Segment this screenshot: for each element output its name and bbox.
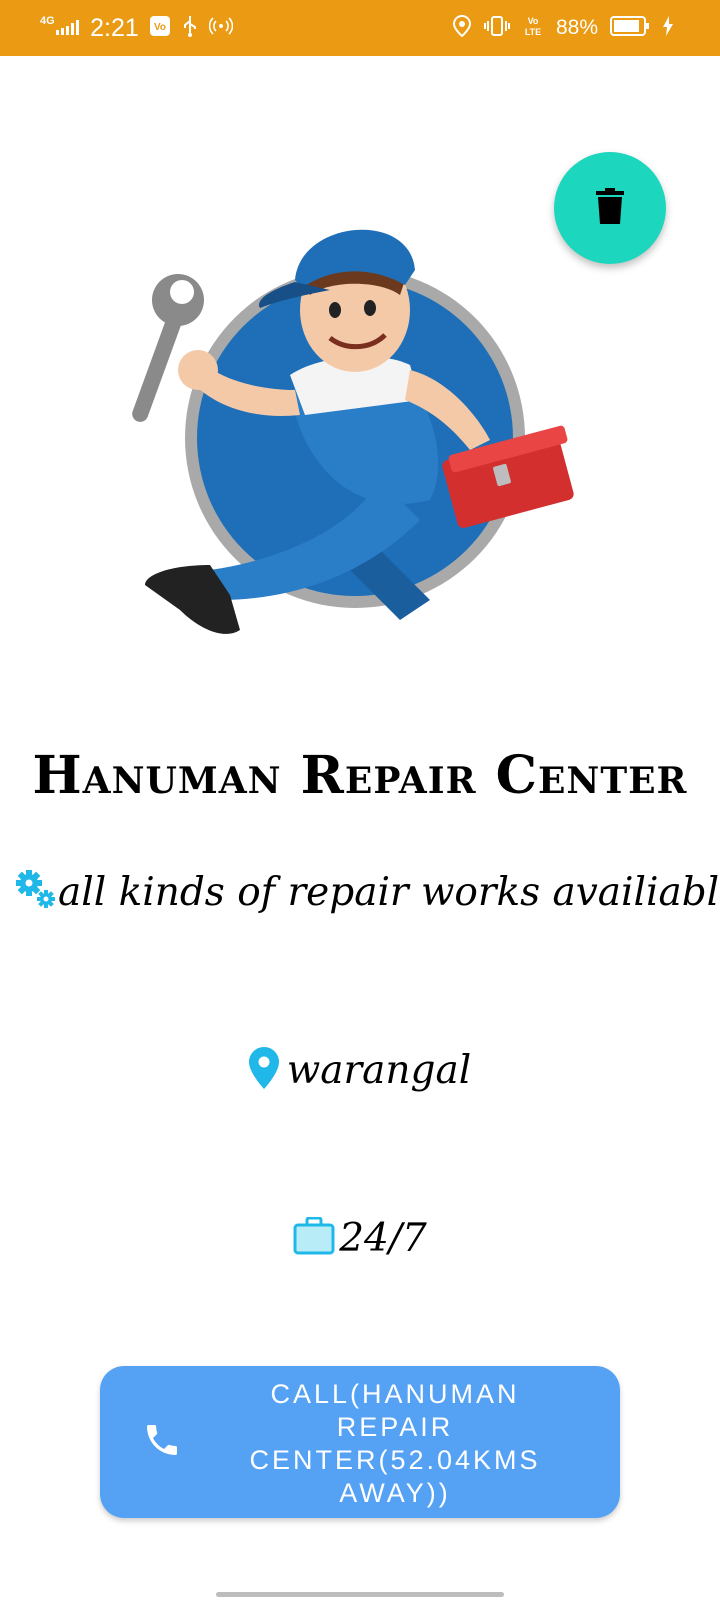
description-row: all kinds of repair works availiable (14, 862, 720, 922)
gears-icon (14, 868, 58, 916)
battery-percentage: 88% (555, 16, 598, 39)
location-icon (452, 14, 472, 42)
shop-description: all kinds of repair works availiable (58, 869, 720, 915)
shop-hours: 24/7 (339, 1215, 427, 1261)
home-indicator[interactable] (216, 1592, 504, 1597)
delete-fab-button[interactable] (554, 152, 666, 264)
call-button-label: CALL(HANUMAN REPAIR CENTER(52.04KMS AWAY… (249, 1379, 541, 1508)
briefcase-icon (293, 1216, 335, 1259)
hotspot-icon (208, 16, 233, 41)
phone-icon (142, 1420, 182, 1464)
svg-text:LTE: LTE (525, 27, 541, 37)
trash-icon (596, 188, 624, 228)
call-button[interactable]: CALL(HANUMAN REPAIR CENTER(52.04KMS AWAY… (100, 1366, 620, 1518)
battery-icon (610, 15, 650, 42)
charging-icon (662, 15, 674, 41)
usb-icon (181, 15, 199, 42)
shop-name-title: Hanuman Repair Center (32, 745, 688, 806)
status-bar-right: Vo LTE 88% (452, 0, 674, 56)
hours-row: 24/7 (0, 1208, 720, 1268)
status-bar: 4G 2:21 Vo Vo LTE 88% (0, 0, 720, 56)
location-row: warangal (0, 1040, 720, 1100)
svg-text:Vo: Vo (528, 16, 539, 26)
svg-text:Vo: Vo (154, 22, 166, 33)
repairman-mascot-icon (130, 200, 600, 660)
notification-icon: Vo (149, 15, 171, 42)
vibrate-icon (483, 15, 510, 42)
signal-icon: 4G (40, 15, 80, 37)
map-pin-icon (248, 1047, 279, 1093)
network-type-label: 4G (40, 15, 55, 27)
volte-icon: Vo LTE (522, 15, 544, 42)
status-bar-left: 4G 2:21 Vo (40, 0, 233, 56)
status-time: 2:21 (90, 13, 139, 42)
shop-location: warangal (286, 1047, 472, 1093)
